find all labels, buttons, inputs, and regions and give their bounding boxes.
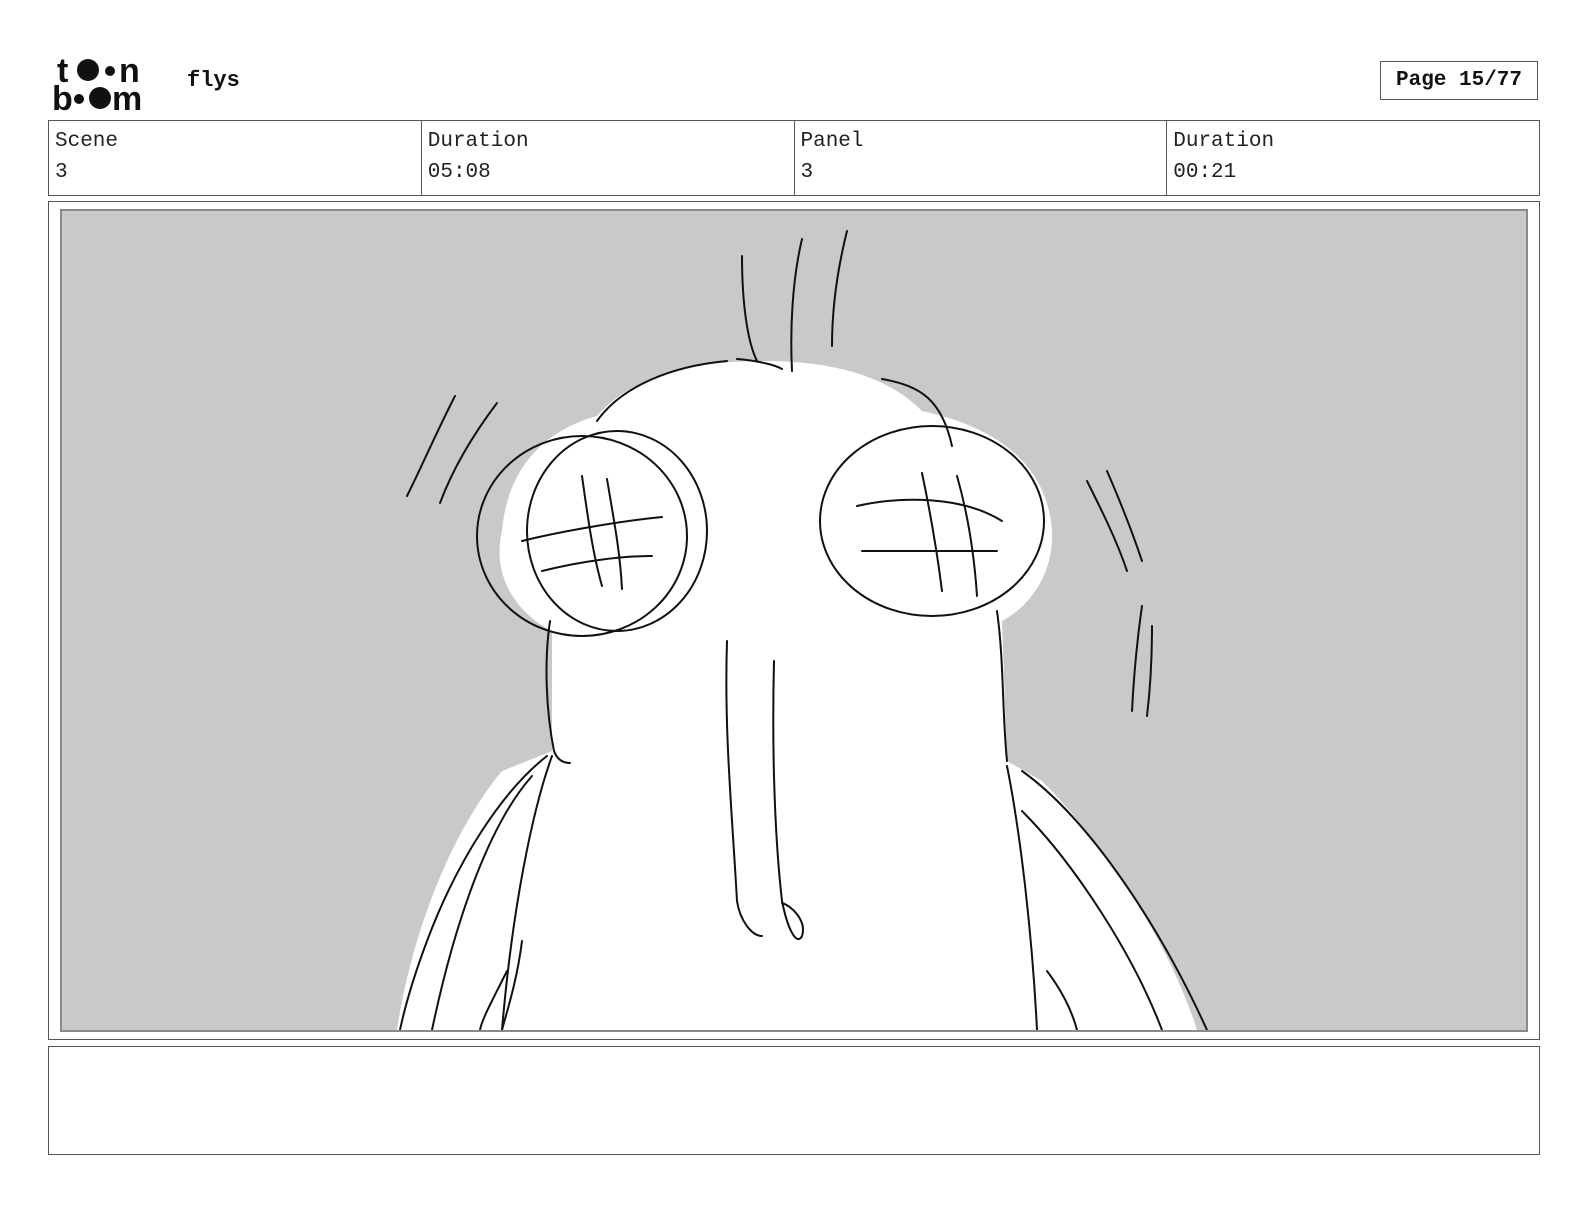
panel-value: 3 (800, 161, 814, 184)
panel-cell: Panel 3 (795, 121, 1168, 195)
svg-text:m: m (112, 80, 142, 114)
panel-duration-value: 00:21 (1173, 161, 1237, 184)
panel-label: Panel (800, 130, 864, 153)
page-counter: Page 15/77 (1380, 61, 1538, 100)
scene-value: 3 (55, 161, 68, 184)
notes-box (48, 1046, 1540, 1155)
scene-cell: Scene 3 (49, 121, 422, 195)
svg-text:b: b (52, 80, 73, 114)
fly-sketch-drawing (397, 230, 1208, 1030)
scene-duration-cell: Duration 05:08 (422, 121, 795, 195)
panel-frame (48, 201, 1540, 1040)
panel-duration-cell: Duration 00:21 (1167, 121, 1539, 195)
toon-boom-logo-icon: t n b m (52, 52, 164, 114)
info-table: Scene 3 Duration 05:08 Panel 3 Duration … (48, 120, 1540, 196)
panel-duration-label: Duration (1173, 130, 1275, 153)
scene-label: Scene (55, 130, 119, 153)
project-name: flys (187, 68, 240, 93)
scene-duration-value: 05:08 (427, 161, 491, 184)
storyboard-panel-image (60, 209, 1528, 1032)
scene-duration-label: Duration (427, 130, 529, 153)
